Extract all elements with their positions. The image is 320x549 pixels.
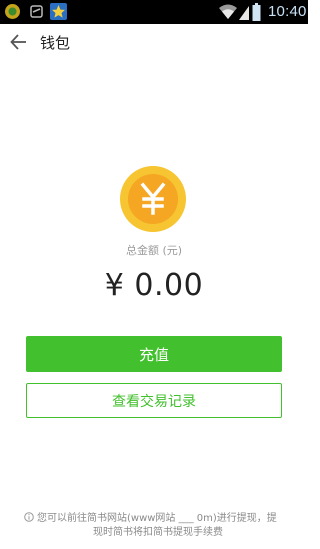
star-icon <box>50 3 67 20</box>
wifi-icon <box>219 4 237 19</box>
withdraw-note: 您可以前往简书网站(www网站 ___ 0m)进行提现，提 现时简书将扣简书提现… <box>24 512 292 540</box>
arrow-left-icon[interactable] <box>8 31 30 53</box>
yuan-coin-icon <box>120 166 186 232</box>
note-line-2: 现时简书将扣简书提现手续费 <box>93 527 223 538</box>
info-icon <box>24 512 34 522</box>
page-title: 钱包 <box>40 34 71 52</box>
sim-icon <box>30 5 43 18</box>
view-transactions-button[interactable]: 查看交易记录 <box>26 383 282 418</box>
balance-value: ¥ 0.00 <box>104 268 204 303</box>
app-bar: 钱包 <box>0 24 308 60</box>
status-bar: 10:40 <box>0 0 308 24</box>
note-line-1: 您可以前往简书网站(www网站 ___ 0m)进行提现，提 <box>37 513 277 524</box>
status-time: 10:40 <box>268 3 307 20</box>
battery-icon <box>252 3 261 21</box>
signal-icon <box>239 6 249 20</box>
app-notification-icon <box>5 4 20 19</box>
recharge-button[interactable]: 充值 <box>26 336 282 372</box>
total-amount-label: 总金额 (元) <box>125 244 183 257</box>
